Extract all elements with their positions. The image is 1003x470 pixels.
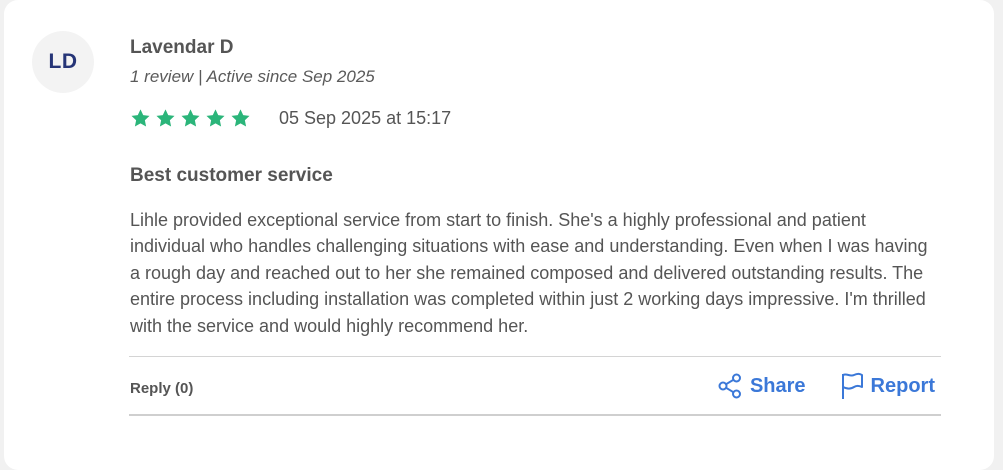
author-meta: 1 review | Active since Sep 2025 [130,67,375,86]
star-icon [231,108,250,126]
share-icon [718,373,741,399]
star-icon [206,108,225,126]
star-icon [156,108,175,126]
review-actions: Share Report [717,372,935,400]
report-label: Report [870,374,935,397]
star-rating [130,108,251,129]
reply-button[interactable]: Reply (0) [130,380,193,397]
author-name[interactable]: Lavendar D [130,37,233,59]
star-icon [131,108,150,126]
star-icon [181,108,200,126]
avatar-initials: LD [48,50,78,73]
share-button[interactable]: Share [717,373,806,399]
review-title: Best customer service [130,165,333,186]
review-card: LD Lavendar D 1 review | Active since Se… [4,0,994,470]
rating-row: 05 Sep 2025 at 15:17 [130,106,451,130]
divider [129,356,941,357]
share-label: Share [749,374,806,397]
avatar: LD [32,31,94,93]
report-button[interactable]: Report [840,372,935,400]
flag-icon [841,372,863,399]
divider [129,414,941,416]
review-body: Lihle provided exceptional service from … [130,210,928,336]
review-date: 05 Sep 2025 at 15:17 [279,107,452,128]
